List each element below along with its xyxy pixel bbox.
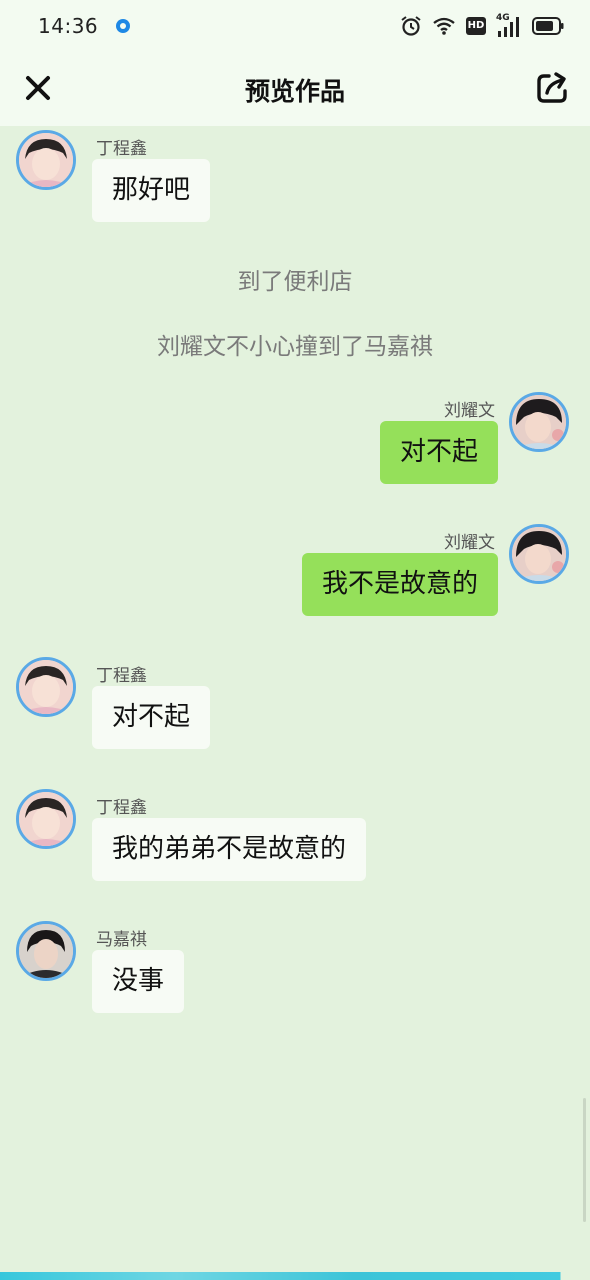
avatar[interactable] (509, 524, 569, 584)
hd-badge-icon: HD (466, 17, 486, 35)
share-icon (537, 72, 567, 103)
message-right: 刘耀文 对不起 (0, 390, 590, 490)
avatar[interactable] (16, 130, 76, 190)
narration-text: 到了便利店 (237, 269, 353, 295)
status-time: 14:36 (38, 14, 99, 38)
speaker-name: 丁程鑫 (96, 666, 147, 686)
avatar[interactable] (16, 789, 76, 849)
share-button[interactable] (532, 68, 572, 108)
message-bubble[interactable]: 对不起 (379, 421, 498, 484)
message-bubble[interactable]: 对不起 (92, 686, 211, 749)
message-left: 丁程鑫 那好吧 (0, 126, 590, 226)
speaker-name: 丁程鑫 (96, 798, 147, 818)
app-header: 预览作品 (0, 52, 590, 126)
speaker-name: 刘耀文 (444, 401, 495, 421)
status-icons: HD 4G (400, 13, 564, 37)
message-right: 刘耀文 我不是故意的 (0, 522, 590, 622)
status-bar: 14:36 HD 4G (0, 0, 590, 52)
avatar[interactable] (16, 921, 76, 981)
signal-icon: 4G (496, 13, 522, 37)
message-bubble[interactable]: 我的弟弟不是故意的 (92, 818, 367, 881)
alarm-icon (401, 16, 421, 36)
avatar[interactable] (509, 392, 569, 452)
message-bubble[interactable]: 我不是故意的 (301, 553, 498, 616)
speaker-name: 马嘉祺 (96, 930, 147, 950)
network-type-label: 4G (496, 13, 510, 23)
message-bubble[interactable]: 没事 (92, 950, 185, 1013)
message-left: 丁程鑫 对不起 (0, 654, 590, 754)
wifi-icon (433, 17, 455, 35)
notification-dot-icon (116, 19, 131, 33)
message-left: 丁程鑫 我的弟弟不是故意的 (0, 786, 590, 886)
avatar[interactable] (16, 657, 76, 717)
scrollbar[interactable] (583, 1098, 586, 1222)
battery-icon (532, 17, 564, 35)
narration-text: 刘耀文不小心撞到了马嘉祺 (157, 334, 433, 360)
message-left: 马嘉祺 没事 (0, 918, 590, 1018)
speaker-name: 刘耀文 (444, 533, 495, 553)
message-bubble[interactable]: 那好吧 (92, 159, 211, 222)
bottom-progress-strip (0, 1272, 590, 1280)
chat-area[interactable]: 丁程鑫 那好吧 到了便利店 刘耀文不小心撞到了马嘉祺 刘耀文 对不起 刘耀文 我… (0, 126, 590, 1272)
page-title: 预览作品 (244, 77, 345, 106)
speaker-name: 丁程鑫 (96, 139, 147, 159)
